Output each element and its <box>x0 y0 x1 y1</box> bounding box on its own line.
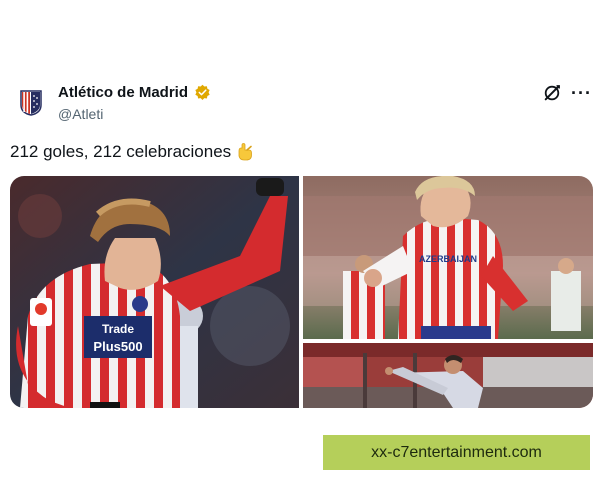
display-name[interactable]: Atlético de Madrid <box>58 84 188 101</box>
name-row: Atlético de Madrid <box>58 84 211 101</box>
sponsor-plus500-text: Plus500 <box>93 339 142 354</box>
player-celebration-image-1: Trade Plus500 <box>10 176 299 408</box>
sponsor-azerbaijan-text: AZERBAIJAN <box>419 254 477 264</box>
tweet-author: Atlético de Madrid @Atleti <box>58 84 211 122</box>
media-photo-2[interactable]: AZERBAIJAN <box>303 176 593 339</box>
tweet-text-content: 212 goles, 212 celebraciones <box>10 142 232 161</box>
player-celebration-image-3 <box>303 343 593 408</box>
verified-badge-icon <box>195 84 210 101</box>
sponsor-trade-text: Trade <box>102 322 134 336</box>
call-me-hand-emoji-icon <box>238 143 253 161</box>
grok-icon[interactable] <box>543 84 561 102</box>
tweet-actions: ··· <box>543 84 592 102</box>
tweet-card: Atlético de Madrid @Atleti ··· 212 goles… <box>0 0 600 480</box>
player-celebration-image-2: AZERBAIJAN <box>303 176 593 339</box>
tweet-text: 212 goles, 212 celebraciones <box>10 142 255 162</box>
atleti-crest-icon <box>20 90 42 116</box>
media-photo-3[interactable] <box>303 343 593 408</box>
watermark-banner: xx-c7entertainment.com <box>323 435 590 470</box>
more-options-button[interactable]: ··· <box>571 84 592 102</box>
media-grid[interactable]: Trade Plus500 AZERBAIJAN <box>10 176 593 408</box>
media-photo-1[interactable]: Trade Plus500 <box>10 176 299 408</box>
avatar[interactable] <box>14 86 48 120</box>
handle[interactable]: @Atleti <box>58 106 211 122</box>
